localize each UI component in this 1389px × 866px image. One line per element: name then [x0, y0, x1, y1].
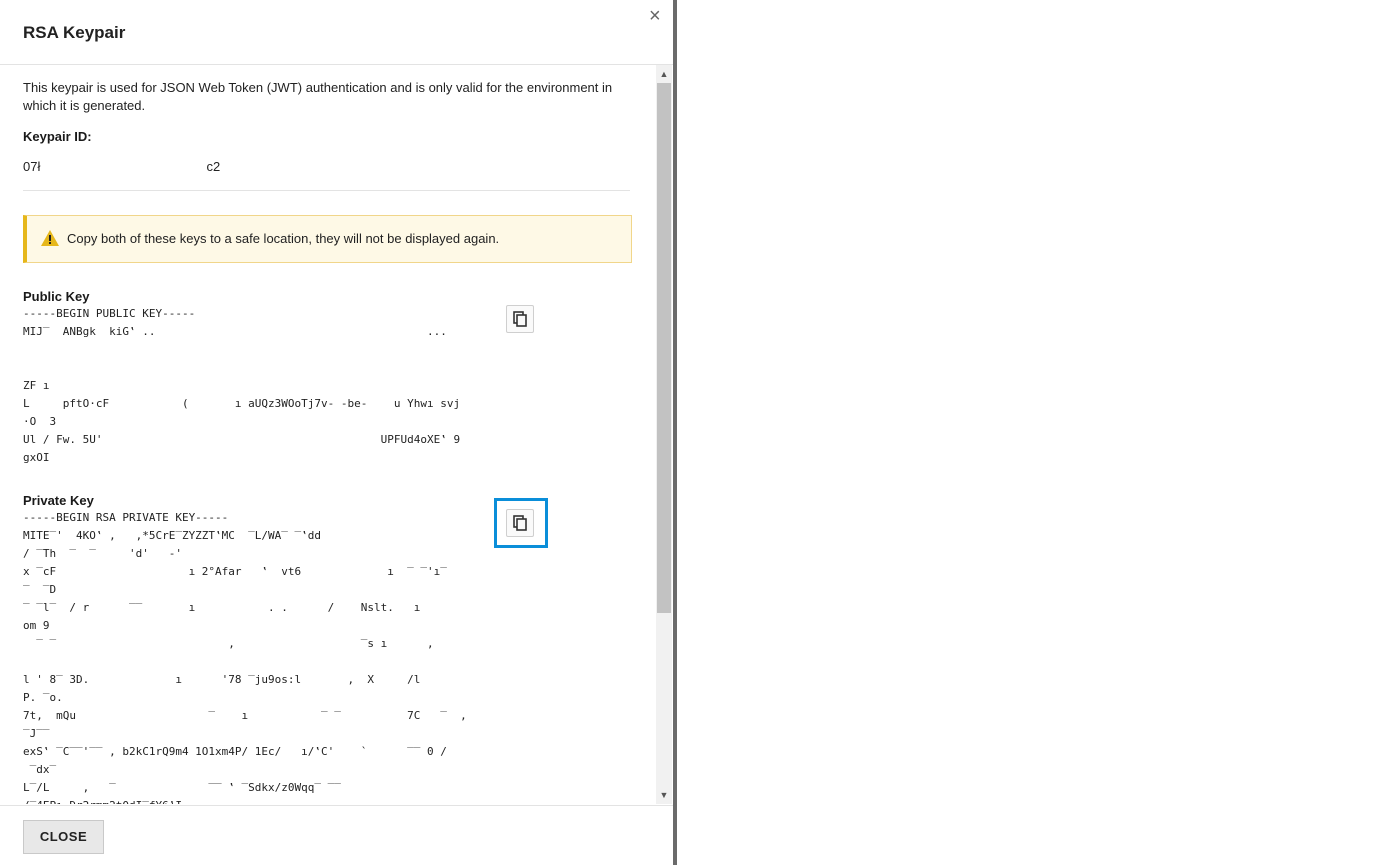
warning-icon: [41, 230, 59, 246]
rsa-keypair-modal: RSA Keypair × This keypair is used for J…: [0, 0, 673, 866]
keypair-id-value: 07ł c2: [23, 159, 221, 174]
close-button[interactable]: CLOSE: [23, 820, 104, 854]
private-key-label: Private Key: [23, 493, 94, 508]
modal-header: RSA Keypair ×: [0, 0, 673, 65]
modal-body[interactable]: This keypair is used for JSON Web Token …: [0, 65, 656, 804]
private-key-text[interactable]: -----BEGIN RSA PRIVATE KEY----- MITE‾' 4…: [23, 509, 498, 804]
copy-icon: [513, 311, 527, 327]
scroll-down-icon[interactable]: ▼: [658, 789, 670, 801]
warning-alert: Copy both of these keys to a safe locati…: [23, 215, 632, 263]
scrollbar[interactable]: ▲ ▼: [656, 65, 672, 804]
close-icon[interactable]: ×: [649, 5, 661, 27]
modal-footer: CLOSE: [0, 805, 673, 866]
divider: [23, 190, 630, 191]
public-key-label: Public Key: [23, 289, 90, 304]
scroll-thumb[interactable]: [657, 83, 671, 613]
copy-icon: [513, 515, 527, 531]
scroll-up-icon[interactable]: ▲: [658, 68, 670, 80]
keypair-id-label: Keypair ID:: [23, 129, 92, 144]
public-key-text[interactable]: -----BEGIN PUBLIC KEY----- MIJ‾ ANBgk ki…: [23, 305, 498, 467]
keypair-description: This keypair is used for JSON Web Token …: [23, 80, 613, 113]
copy-private-key-button[interactable]: [506, 509, 534, 537]
copy-public-key-button[interactable]: [506, 305, 534, 333]
warning-alert-text: Copy both of these keys to a safe locati…: [67, 231, 500, 246]
modal-title: RSA Keypair: [23, 23, 126, 42]
panel-edge: [673, 0, 677, 865]
